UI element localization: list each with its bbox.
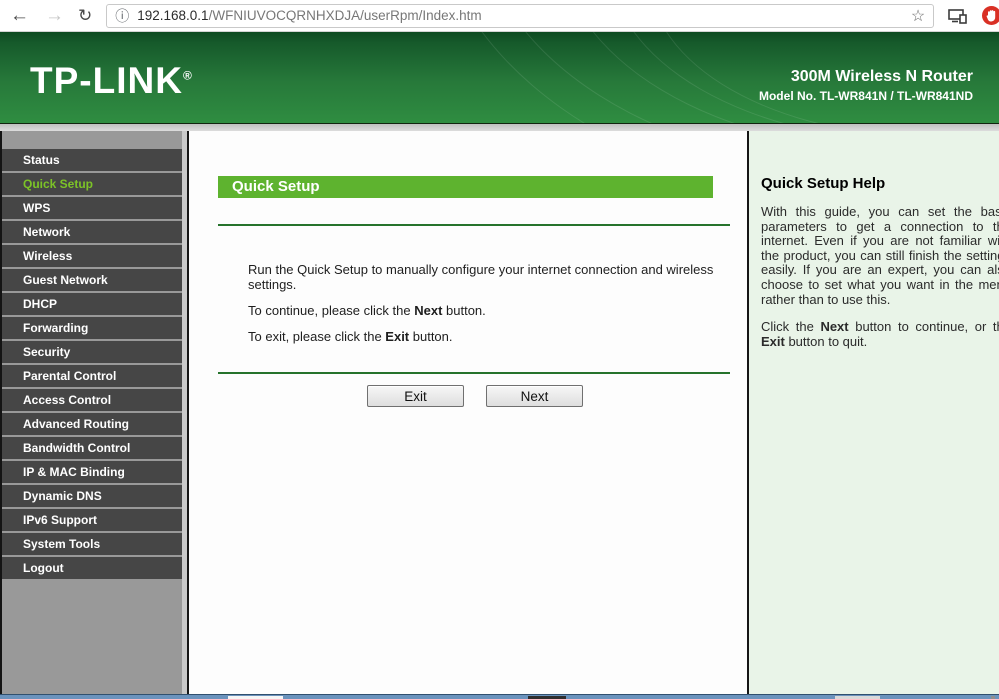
separator-line [218, 224, 730, 226]
nav-sidebar: Status Quick Setup WPS Network Wireless … [2, 131, 187, 694]
adblock-hand-icon[interactable] [982, 6, 999, 25]
instruction-exit: To exit, please click the Exit button. [248, 329, 453, 344]
address-bar[interactable]: ⓘ 192.168.0.1/WFNIUVOCQRNHXDJA/userRpm/I… [106, 3, 935, 28]
instruction-run: Run the Quick Setup to manually configur… [248, 262, 714, 292]
sidebar-item-advanced-routing[interactable]: Advanced Routing [2, 413, 182, 435]
header-divider [0, 123, 999, 131]
back-icon[interactable]: ← [10, 6, 29, 25]
sidebar-item-guest-network[interactable]: Guest Network [2, 269, 182, 291]
forward-icon[interactable]: → [45, 6, 64, 25]
devices-icon[interactable] [948, 8, 968, 24]
sidebar-item-status[interactable]: Status [2, 149, 182, 171]
screen: ← → ↻ ⓘ 192.168.0.1/WFNIUVOCQRNHXDJA/use… [0, 0, 999, 699]
url-path: /WFNIUVOCQRNHXDJA/userRpm/Index.htm [208, 8, 482, 23]
button-row: Exit Next [367, 385, 747, 407]
page-title: Quick Setup [218, 176, 713, 198]
taskbar-edge[interactable] [0, 694, 999, 699]
refresh-icon[interactable]: ↻ [78, 7, 92, 24]
sidebar-item-wireless[interactable]: Wireless [2, 245, 182, 267]
sidebar-item-dhcp[interactable]: DHCP [2, 293, 182, 315]
next-button[interactable]: Next [486, 385, 583, 407]
exit-button[interactable]: Exit [367, 385, 464, 407]
sidebar-item-network[interactable]: Network [2, 221, 182, 243]
sidebar-item-dynamic-dns[interactable]: Dynamic DNS [2, 485, 182, 507]
bookmark-star-icon[interactable]: ☆ [911, 6, 925, 26]
hand-badge [982, 6, 999, 25]
instruction-continue: To continue, please click the Next butto… [248, 303, 486, 318]
header-product-info: 300M Wireless N Router Model No. TL-WR84… [759, 68, 973, 103]
sidebar-item-system-tools[interactable]: System Tools [2, 533, 182, 555]
content-row: Status Quick Setup WPS Network Wireless … [0, 131, 999, 694]
sidebar-item-ipv6-support[interactable]: IPv6 Support [2, 509, 182, 531]
sidebar-item-security[interactable]: Security [2, 341, 182, 363]
tplink-logo: TP-LINK® [30, 60, 193, 101]
instructions: Run the Quick Setup to manually configur… [248, 262, 747, 344]
sidebar-item-ip-mac-binding[interactable]: IP & MAC Binding [2, 461, 182, 483]
help-paragraph-2: Click the Next button to continue, or th… [761, 319, 999, 349]
help-paragraph-1: With this guide, you can set the basic p… [761, 204, 999, 307]
help-title: Quick Setup Help [761, 175, 886, 192]
sidebar-item-quick-setup[interactable]: Quick Setup [2, 173, 182, 195]
sidebar-item-bandwidth-control[interactable]: Bandwidth Control [2, 437, 182, 459]
separator-line [218, 372, 730, 374]
page-info-icon[interactable]: ⓘ [115, 6, 129, 26]
browser-toolbar: ← → ↻ ⓘ 192.168.0.1/WFNIUVOCQRNHXDJA/use… [0, 0, 999, 32]
sidebar-item-wps[interactable]: WPS [2, 197, 182, 219]
sidebar-item-forwarding[interactable]: Forwarding [2, 317, 182, 339]
help-panel: Quick Setup Help With this guide, you ca… [749, 131, 999, 694]
sidebar-item-parental-control[interactable]: Parental Control [2, 365, 182, 387]
model-number: Model No. TL-WR841N / TL-WR841ND [758, 89, 973, 103]
sidebar-item-logout[interactable]: Logout [2, 557, 182, 579]
router-header: TP-LINK® 300M Wireless N Router Model No… [0, 32, 999, 123]
sidebar-item-access-control[interactable]: Access Control [2, 389, 182, 411]
url-host: 192.168.0.1 [137, 8, 209, 23]
registered-mark: ® [182, 68, 193, 83]
main-panel: Quick Setup Run the Quick Setup to manua… [189, 131, 747, 694]
url-text[interactable]: 192.168.0.1/WFNIUVOCQRNHXDJA/userRpm/Ind… [137, 8, 903, 23]
product-name: 300M Wireless N Router [790, 68, 973, 85]
